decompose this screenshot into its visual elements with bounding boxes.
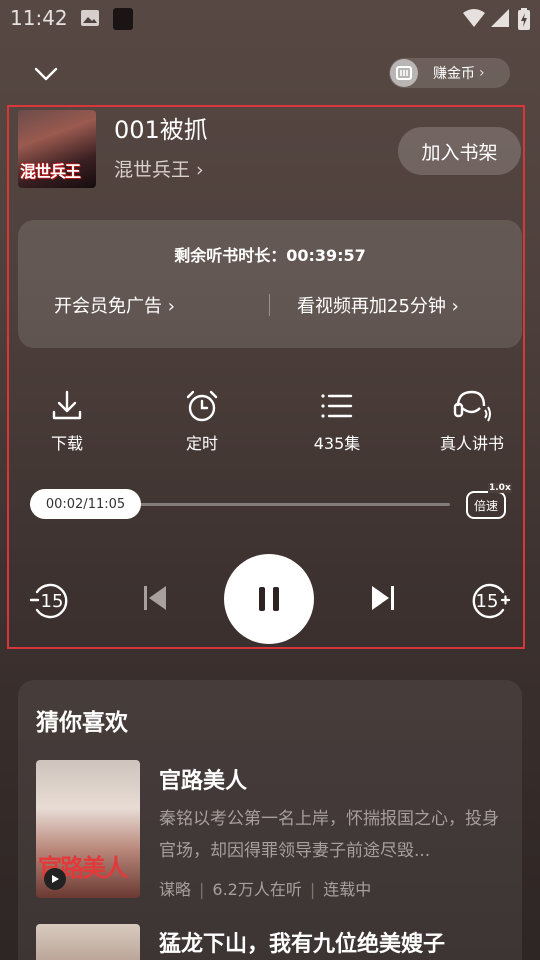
recommended-book-meta: 谋略 | 6.2万人在听 | 连载中	[159, 880, 372, 899]
listening-time-card: 剩余听书时长：00:39:57 开会员免广告 › 看视频再加25分钟 ›	[18, 220, 522, 348]
earn-coins-button[interactable]: 赚金币 ›	[389, 58, 510, 88]
pause-icon	[259, 587, 279, 611]
forward-seconds: 15	[476, 591, 499, 612]
recommended-book-cover-2[interactable]	[36, 924, 140, 960]
download-button[interactable]: 下载	[17, 388, 117, 454]
card-divider	[269, 294, 270, 316]
headset-icon	[453, 390, 491, 422]
vip-no-ads-link[interactable]: 开会员免广告 ›	[54, 292, 175, 318]
human-narration-label: 真人讲书	[439, 434, 504, 453]
playback-speed-button[interactable]: 倍速 1.0x	[464, 483, 512, 523]
remaining-time-text: 剩余听书时长：00:39:57	[174, 246, 366, 265]
episode-list-button[interactable]: 435集	[287, 388, 387, 454]
earn-coins-label: 赚金币	[433, 66, 475, 82]
human-narration-button[interactable]: 真人讲书	[422, 388, 522, 454]
download-icon	[52, 390, 82, 420]
episode-count-label: 435集	[313, 434, 361, 453]
next-chapter-button[interactable]	[370, 583, 396, 613]
download-label: 下载	[50, 434, 83, 453]
watch-video-extend-link[interactable]: 看视频再加25分钟 ›	[297, 292, 459, 318]
list-icon	[321, 394, 353, 418]
chapter-title: 001被抓	[114, 116, 208, 144]
forward-15-button[interactable]: 15	[469, 580, 511, 620]
speed-value-badge: 1.0x	[488, 483, 512, 493]
coin-icon	[390, 59, 418, 87]
meta-status: 连载中	[323, 880, 372, 899]
speed-label: 倍速	[466, 491, 506, 519]
chevron-right-icon: ›	[479, 65, 485, 81]
alarm-clock-icon	[186, 390, 218, 422]
rewind-seconds: 15	[41, 591, 64, 612]
app-notification-icon	[113, 8, 133, 30]
sleep-timer-button[interactable]: 定时	[152, 388, 252, 454]
meta-listeners: 6.2万人在听	[212, 880, 302, 899]
collapse-chevron-down-icon[interactable]	[32, 60, 60, 88]
recommended-book-cover[interactable]: 官路美人	[36, 760, 140, 898]
recommendations-heading: 猜你喜欢	[36, 710, 128, 736]
recommended-book-description: 秦铭以考公第一名上岸，怀揣报国之心，投身官场，却因得罪领导妻子前途尽毁...	[159, 809, 499, 861]
rewind-15-button[interactable]: 15	[29, 580, 71, 620]
meta-genre: 谋略	[159, 880, 192, 899]
recommended-book-title[interactable]: 官路美人	[159, 763, 247, 795]
cover-title: 混世兵王	[20, 162, 81, 181]
timer-label: 定时	[185, 434, 218, 453]
add-to-shelf-button[interactable]: 加入书架	[398, 127, 521, 175]
play-mini-icon	[44, 868, 66, 890]
battery-charging-icon	[518, 8, 530, 30]
status-bar: 11:42	[0, 0, 540, 38]
pause-button[interactable]	[224, 554, 314, 644]
previous-chapter-button[interactable]	[142, 583, 168, 613]
progress-thumb-time[interactable]: 00:02/11:05	[30, 489, 141, 519]
book-cover[interactable]: 混世兵王	[18, 110, 96, 188]
wifi-icon	[463, 9, 485, 27]
image-icon	[81, 10, 99, 26]
status-time: 11:42	[10, 6, 68, 30]
top-bar: 赚金币 ›	[0, 52, 540, 96]
signal-icon	[491, 9, 509, 27]
recommended-book-title-2[interactable]: 猛龙下山，我有九位绝美嫂子	[159, 926, 445, 958]
book-name-link[interactable]: 混世兵王 ›	[114, 155, 204, 182]
